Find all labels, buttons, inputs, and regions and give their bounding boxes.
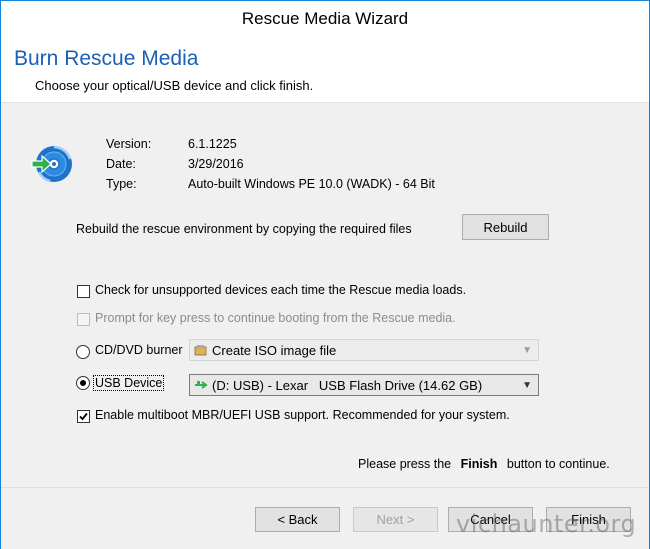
cd-dvd-label: CD/DVD burner: [95, 343, 183, 357]
wizard-header: Burn Rescue Media Choose your optical/US…: [1, 37, 649, 101]
rebuild-button[interactable]: Rebuild: [462, 214, 549, 240]
usb-icon: [194, 379, 208, 391]
disc-arrow-icon: [30, 144, 72, 186]
chevron-down-icon: ▼: [522, 345, 532, 356]
finish-instruction: Please press the Finish button to contin…: [358, 457, 610, 471]
instruction-after: button to continue.: [506, 457, 610, 471]
type-label: Type:: [106, 177, 137, 191]
instruction-bold: Finish: [460, 457, 498, 471]
back-button[interactable]: < Back: [255, 507, 340, 532]
page-subtitle: Choose your optical/USB device and click…: [35, 78, 314, 93]
usb-device-radio[interactable]: [76, 376, 90, 390]
check-unsupported-label: Check for unsupported devices each time …: [95, 283, 467, 297]
wizard-content: Version: 6.1.1225 Date: 3/29/2016 Type: …: [1, 103, 649, 487]
title-bar: Rescue Media Wizard: [1, 1, 649, 37]
cd-dvd-radio[interactable]: [76, 345, 90, 359]
date-label: Date:: [106, 157, 136, 171]
chevron-down-icon: ▼: [522, 380, 532, 391]
multiboot-label: Enable multiboot MBR/UEFI USB support. R…: [95, 408, 510, 422]
multiboot-checkbox[interactable]: [77, 410, 90, 423]
prompt-key-label: Prompt for key press to continue booting…: [95, 311, 456, 325]
wizard-footer: < Back Next > Cancel Finish vichaunter.o…: [1, 487, 649, 549]
usb-device-label: USB Device: [93, 375, 165, 391]
iso-file-icon: [194, 344, 208, 356]
check-unsupported-checkbox[interactable]: [77, 285, 90, 298]
next-button[interactable]: Next >: [353, 507, 438, 532]
type-value: Auto-built Windows PE 10.0 (WADK) - 64 B…: [188, 177, 435, 191]
wizard-window: Rescue Media Wizard Burn Rescue Media Ch…: [0, 0, 650, 549]
watermark: vichaunter.org: [456, 510, 637, 538]
window-title: Rescue Media Wizard: [241, 9, 409, 28]
usb-device-combo[interactable]: (D: USB) - Lexar USB Flash Drive (14.62 …: [189, 374, 539, 396]
cd-dvd-combo[interactable]: Create ISO image file ▼: [189, 339, 539, 361]
page-title: Burn Rescue Media: [14, 47, 199, 70]
cd-dvd-combo-value: Create ISO image file: [212, 342, 337, 358]
version-value: 6.1.1225: [188, 137, 237, 151]
prompt-key-checkbox[interactable]: [77, 313, 90, 326]
version-label: Version:: [106, 137, 152, 151]
instruction-before: Please press the: [358, 457, 452, 471]
date-value: 3/29/2016: [188, 157, 244, 171]
usb-device-combo-value: (D: USB) - Lexar USB Flash Drive (14.62 …: [212, 377, 483, 393]
rebuild-text: Rebuild the rescue environment by copyin…: [76, 222, 412, 236]
